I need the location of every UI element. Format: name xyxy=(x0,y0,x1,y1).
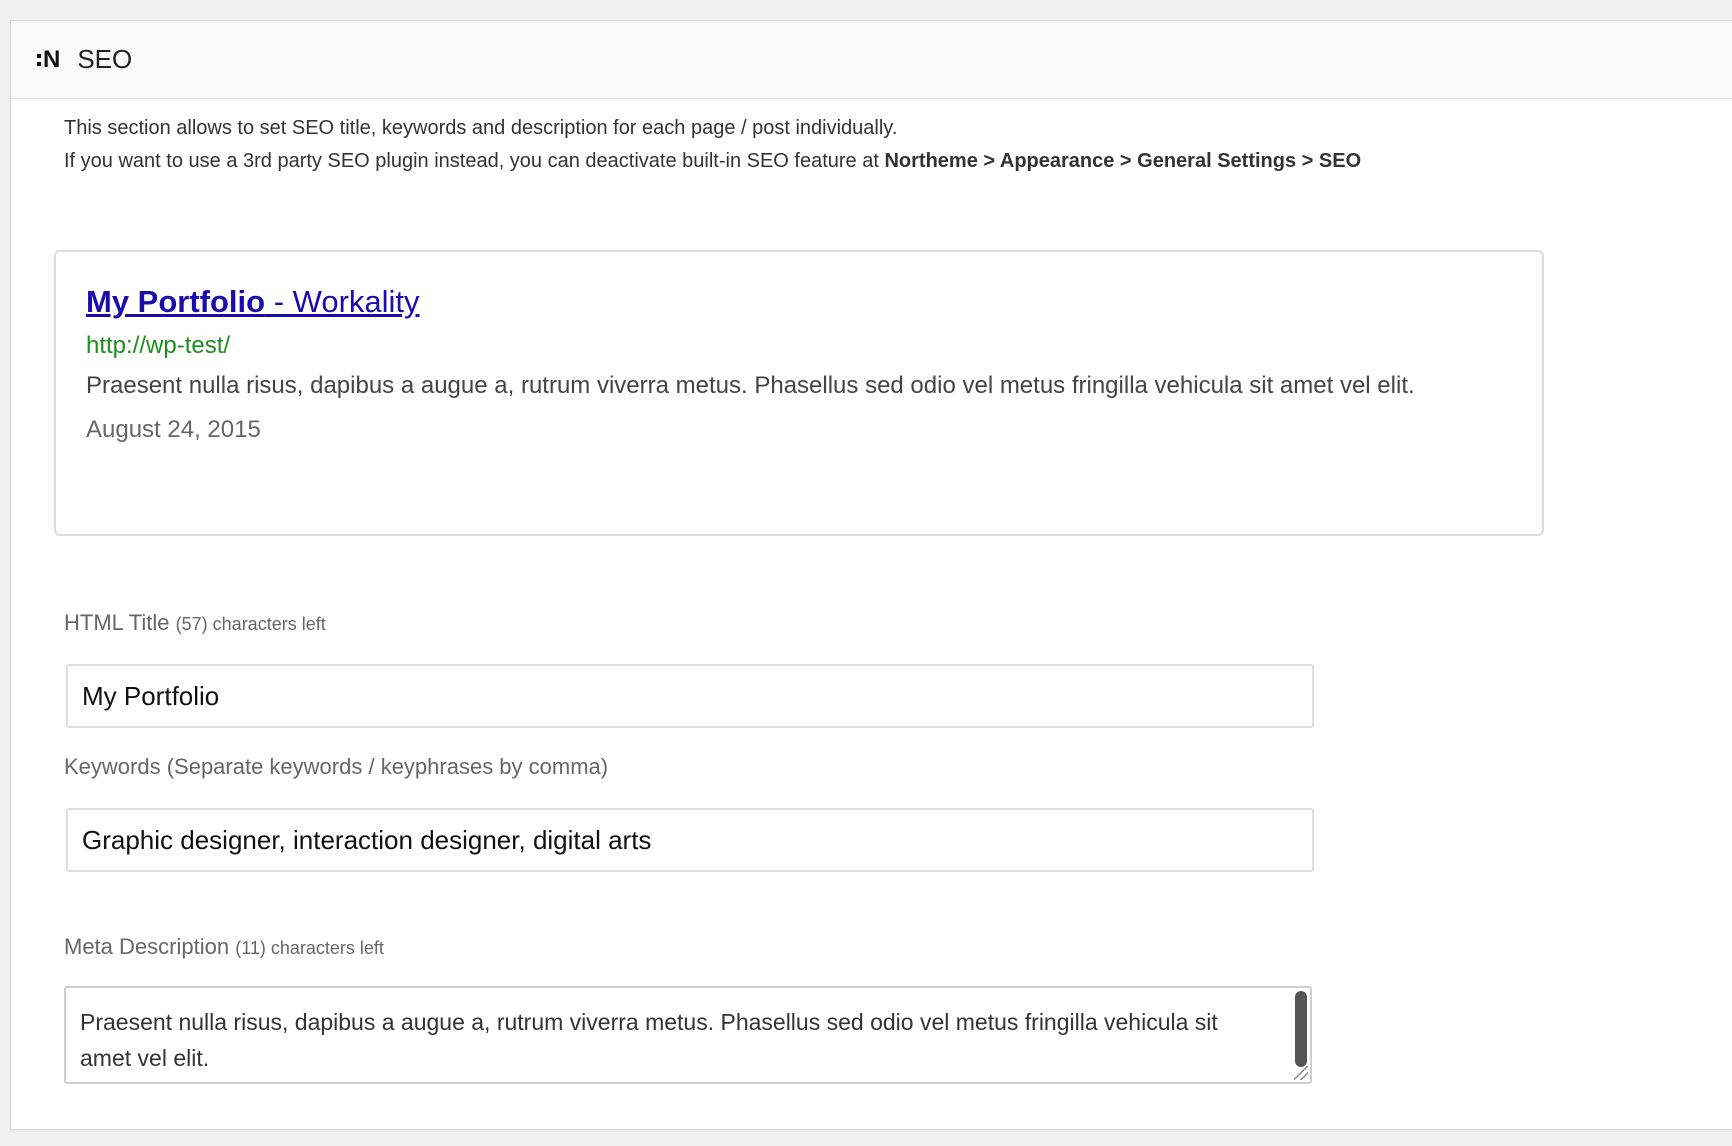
panel-title: SEO xyxy=(77,44,133,74)
preview-date: August 24, 2015 xyxy=(86,416,261,443)
preview-description: Praesent nulla risus, dapibus a augue a,… xyxy=(86,372,1415,399)
textarea-scrollbar[interactable] xyxy=(1295,991,1307,1067)
meta-description-textarea[interactable]: Praesent nulla risus, dapibus a augue a,… xyxy=(66,988,1310,1082)
preview-site-suffix: - Workality xyxy=(265,284,420,319)
meta-description-label: Meta Description (11) characters left xyxy=(64,934,384,960)
intro-line-2-prefix: If you want to use a 3rd party SEO plugi… xyxy=(64,150,885,172)
northeme-logo-icon: N xyxy=(37,45,60,74)
settings-path: Northeme > Appearance > General Settings… xyxy=(884,150,1362,172)
panel-header[interactable]: N SEO xyxy=(11,21,1732,99)
resize-handle-icon[interactable] xyxy=(1294,1066,1308,1080)
meta-description-label-text: Meta Description xyxy=(64,934,230,959)
intro-line-2: If you want to use a 3rd party SEO plugi… xyxy=(64,145,1361,178)
logo-letter: N xyxy=(43,45,60,73)
intro-line-1: This section allows to set SEO title, ke… xyxy=(64,117,898,139)
html-title-counter: (57) characters left xyxy=(175,614,326,634)
html-title-label-text: HTML Title xyxy=(64,610,170,635)
preview-page-title: My Portfolio xyxy=(86,284,266,319)
preview-title-link[interactable]: My Portfolio - Workality xyxy=(86,282,420,322)
preview-url: http://wp-test/ xyxy=(86,332,231,359)
meta-description-field: Praesent nulla risus, dapibus a augue a,… xyxy=(64,986,1312,1084)
intro-text: This section allows to set SEO title, ke… xyxy=(64,112,1361,178)
keywords-label: Keywords (Separate keywords / keyphrases… xyxy=(64,754,609,779)
html-title-label: HTML Title (57) characters left xyxy=(64,610,326,636)
keywords-input[interactable] xyxy=(66,808,1314,872)
meta-description-counter: (11) characters left xyxy=(235,938,384,958)
search-preview: My Portfolio - Workality http://wp-test/… xyxy=(54,250,1544,536)
seo-panel: N SEO xyxy=(10,20,1732,1130)
html-title-input[interactable] xyxy=(66,664,1314,728)
